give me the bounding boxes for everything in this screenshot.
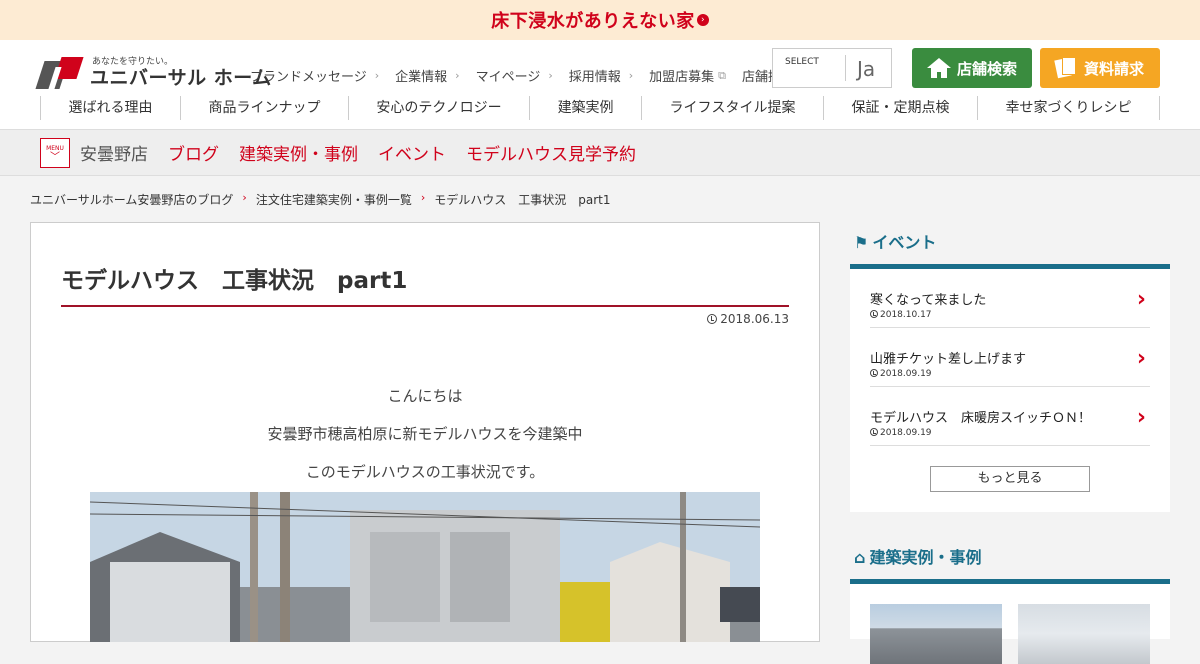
article-paragraph: 安曇野市穂高柏原に新モデルハウスを今建築中 xyxy=(267,425,583,443)
works-list xyxy=(850,579,1170,664)
language-divider xyxy=(845,55,846,81)
construction-photo-art xyxy=(90,492,760,642)
more-events-button[interactable]: もっと見る xyxy=(930,466,1090,492)
breadcrumb-item[interactable]: ユニバーサルホーム安曇野店のブログ xyxy=(30,191,233,208)
language-value: Ja xyxy=(857,57,876,81)
store-link-events[interactable]: イベント xyxy=(378,140,446,165)
article-card: モデルハウス 工事状況 part1 2018.06.13 こんにちは 安曇野市穂… xyxy=(30,222,820,642)
clock-icon xyxy=(870,310,878,318)
event-date-value: 2018.09.19 xyxy=(880,428,932,438)
house-icon xyxy=(926,58,951,78)
event-date: 2018.09.19 xyxy=(870,428,1150,438)
chevron-right-icon: › xyxy=(628,69,634,82)
store-name: 安曇野店 xyxy=(80,145,148,165)
work-thumbnail[interactable] xyxy=(1018,604,1150,664)
nav-warranty[interactable]: 保証・定期点検 xyxy=(823,96,977,120)
menu-label: MENU xyxy=(46,144,64,152)
utility-nav: ブランドメッセージ› 企業情報› マイページ› 採用情報› 加盟店募集⧉ 店舗採… xyxy=(250,66,848,86)
document-icon xyxy=(1054,57,1076,79)
event-date-value: 2018.10.17 xyxy=(880,310,932,320)
nav-examples[interactable]: 建築実例 xyxy=(529,96,641,120)
events-widget-title: ⚑ イベント xyxy=(850,222,1170,264)
chevron-right-icon: › xyxy=(548,69,553,82)
nav-lifestyle[interactable]: ライフスタイル提案 xyxy=(641,96,823,120)
util-label: マイページ xyxy=(475,70,541,85)
article-paragraph: このモデルハウスの工事状況です。 xyxy=(305,463,545,481)
main-nav: 選ばれる理由 商品ラインナップ 安心のテクノロジー 建築実例 ライフスタイル提案… xyxy=(40,96,1160,120)
brand-logo[interactable]: あなたを守りたい。 ユニバーサル ホーム xyxy=(35,54,272,89)
event-date: 2018.10.17 xyxy=(870,310,1150,320)
event-date: 2018.09.19 xyxy=(870,369,1150,379)
article-body: こんにちは 安曇野市穂高柏原に新モデルハウスを今建築中 このモデルハウスの工事状… xyxy=(31,377,819,491)
util-link-recruit[interactable]: 採用情報 › xyxy=(569,66,633,85)
logo-name: ユニバーサル ホーム xyxy=(90,67,272,89)
store-link-blog[interactable]: ブログ xyxy=(168,140,219,165)
chevron-right-icon: › xyxy=(242,191,247,204)
nav-reasons[interactable]: 選ばれる理由 xyxy=(40,96,180,120)
sidebar-works: ⌂ 建築実例・事例 xyxy=(850,537,1170,664)
sidebar-events: ⚑ イベント 寒くなって来ました 2018.10.17 › 山雅チケット差し上げま… xyxy=(850,222,1170,512)
events-list: 寒くなって来ました 2018.10.17 › 山雅チケット差し上げます 2018… xyxy=(850,264,1170,512)
clock-icon xyxy=(707,314,718,324)
external-link-icon: ⧉ xyxy=(718,68,727,82)
store-link-examples[interactable]: 建築実例・事例 xyxy=(239,140,358,165)
event-date-value: 2018.09.19 xyxy=(880,369,932,379)
article-title: モデルハウス 工事状況 part1 xyxy=(61,261,789,307)
flag-icon: ⚑ xyxy=(854,233,869,252)
util-link-brand-message[interactable]: ブランドメッセージ › xyxy=(250,66,379,85)
breadcrumb: ユニバーサルホーム安曇野店のブログ › 注文住宅建築実例・事例一覧 › モデルハ… xyxy=(30,191,610,208)
event-title: 山雅チケット差し上げます xyxy=(870,352,1027,367)
list-item[interactable]: 寒くなって来ました 2018.10.17 › xyxy=(870,269,1150,328)
banner-text[interactable]: 床下浸水がありえない家 xyxy=(491,7,695,33)
store-link-model-house[interactable]: モデルハウス見学予約 xyxy=(466,140,636,165)
chevron-right-icon: › xyxy=(374,69,380,82)
request-docs-button[interactable]: 資料請求 xyxy=(1040,48,1160,88)
store-bar: MENU ﹀ 安曇野店 ブログ 建築実例・事例 イベント モデルハウス見学予約 xyxy=(0,130,1200,176)
construction-photo xyxy=(90,492,760,642)
site-header: あなたを守りたい。 ユニバーサル ホーム ブランドメッセージ › 企業情報 › マイ… xyxy=(0,40,1200,130)
chevron-right-icon: › xyxy=(696,14,709,26)
logo-mark-icon xyxy=(35,57,84,89)
util-link-mypage[interactable]: マイページ › xyxy=(476,66,553,85)
article-date: 2018.06.13 xyxy=(707,312,789,326)
chevron-right-icon: › xyxy=(455,69,460,82)
chevron-right-icon: › xyxy=(420,191,426,204)
nav-technology[interactable]: 安心のテクノロジー xyxy=(347,96,529,120)
language-select[interactable]: SELECT Ja xyxy=(772,48,892,88)
menu-button[interactable]: MENU ﹀ xyxy=(40,137,70,168)
logo-tagline: あなたを守りたい。 xyxy=(92,57,174,67)
store-search-button[interactable]: 店舗検索 xyxy=(912,48,1032,88)
work-thumbnail[interactable] xyxy=(870,604,1002,664)
util-label: 加盟店募集 xyxy=(649,70,715,85)
article-date-value: 2018.06.13 xyxy=(720,312,789,326)
top-banner[interactable]: 床下浸水がありえない家 › xyxy=(0,0,1200,40)
list-item[interactable]: 山雅チケット差し上げます 2018.09.19 › xyxy=(870,328,1150,387)
language-select-label: SELECT xyxy=(785,57,819,67)
list-item[interactable]: モデルハウス 床暖房スイッチＯＮ！ 2018.09.19 › xyxy=(870,387,1150,446)
nav-recipe[interactable]: 幸せ家づくりレシピ xyxy=(976,96,1160,120)
house-outline-icon: ⌂ xyxy=(854,548,866,567)
clock-icon xyxy=(870,369,878,377)
breadcrumb-item[interactable]: 注文住宅建築実例・事例一覧 xyxy=(256,191,412,208)
event-title: 寒くなって来ました xyxy=(870,293,987,308)
util-link-franchise[interactable]: 加盟店募集 ⧉ xyxy=(649,66,727,86)
chevron-right-icon: › xyxy=(1136,405,1146,430)
works-title-text: 建築実例・事例 xyxy=(869,548,982,567)
chevron-right-icon: › xyxy=(1136,346,1146,371)
util-label: 採用情報 xyxy=(568,70,621,85)
util-label: 企業情報 xyxy=(395,70,448,85)
breadcrumb-current: モデルハウス 工事状況 part1 xyxy=(434,193,611,207)
request-docs-label: 資料請求 xyxy=(1083,59,1144,78)
util-label: ブランドメッセージ xyxy=(250,70,367,85)
works-widget-title: ⌂ 建築実例・事例 xyxy=(850,537,1170,579)
event-title: モデルハウス 床暖房スイッチＯＮ！ xyxy=(870,411,1092,426)
util-link-company[interactable]: 企業情報 › xyxy=(395,66,459,85)
nav-lineup[interactable]: 商品ラインナップ xyxy=(179,96,348,120)
clock-icon xyxy=(870,428,878,436)
chevron-down-icon: ﹀ xyxy=(50,151,60,163)
events-title-text: イベント xyxy=(872,233,937,252)
store-search-label: 店舗検索 xyxy=(956,59,1017,78)
chevron-right-icon: › xyxy=(1136,287,1146,312)
article-paragraph: こんにちは xyxy=(387,387,463,405)
